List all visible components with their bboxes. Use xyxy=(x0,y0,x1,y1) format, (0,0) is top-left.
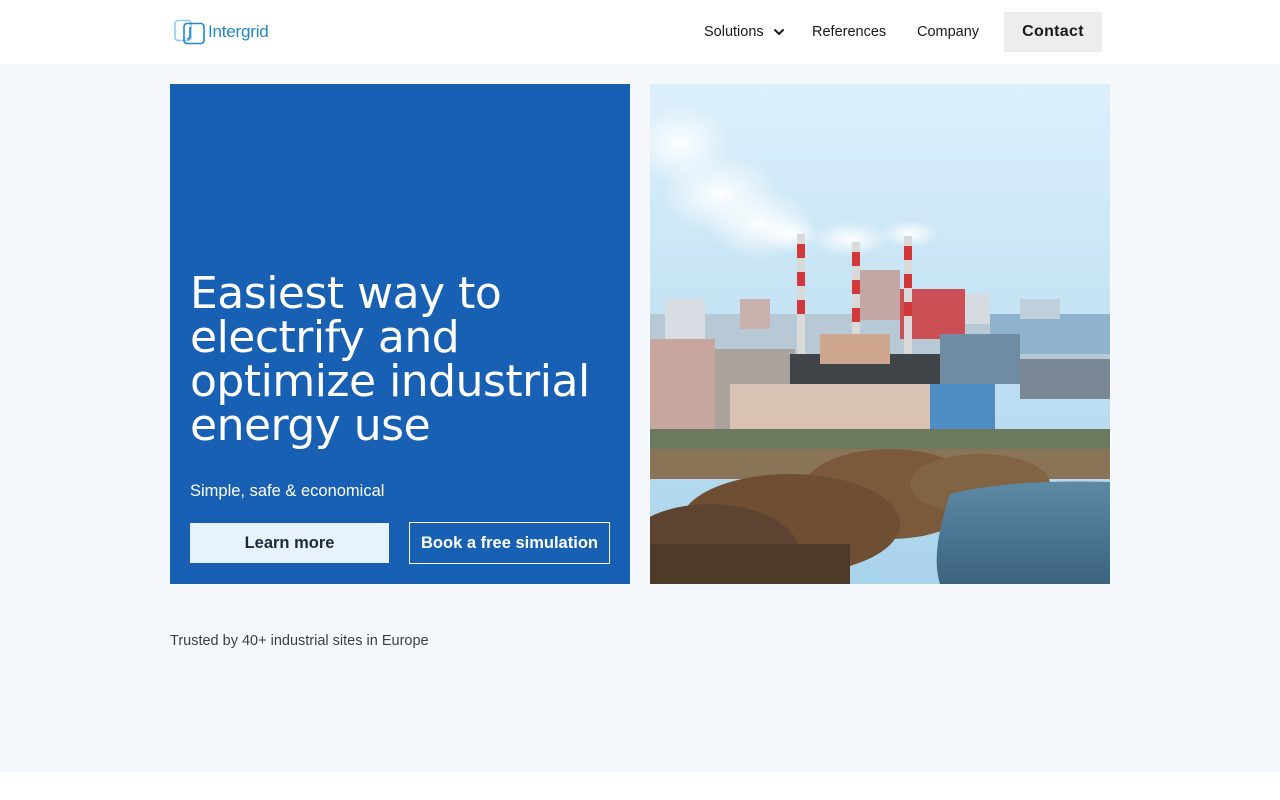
hero-title: Easiest way to electrify and optimize in… xyxy=(190,268,590,451)
hero-card: Easiest way to electrify and optimize in… xyxy=(170,84,630,584)
book-simulation-button[interactable]: Book a free simulation xyxy=(409,522,610,564)
nav-company[interactable]: Company xyxy=(917,12,979,52)
industrial-site-image xyxy=(650,84,1110,584)
intergrid-logo-icon xyxy=(174,19,205,45)
chevron-down-icon xyxy=(773,29,784,35)
nav-solutions-label: Solutions xyxy=(704,24,764,40)
site-header: Intergrid Solutions References Company C… xyxy=(0,0,1280,64)
contact-button[interactable]: Contact xyxy=(1004,12,1102,52)
hero-section: Easiest way to electrify and optimize in… xyxy=(0,64,1280,772)
page-bottom-strip xyxy=(0,772,1280,800)
learn-more-button[interactable]: Learn more xyxy=(190,523,389,563)
trusted-by-text: Trusted by 40+ industrial sites in Europ… xyxy=(170,633,429,649)
nav-references[interactable]: References xyxy=(812,12,886,52)
nav-solutions[interactable]: Solutions xyxy=(704,12,786,52)
hero-image xyxy=(650,84,1110,584)
brand-name: Intergrid xyxy=(208,22,269,41)
hero-subtitle: Simple, safe & economical xyxy=(190,482,385,500)
brand-logo[interactable]: Intergrid xyxy=(174,19,269,45)
